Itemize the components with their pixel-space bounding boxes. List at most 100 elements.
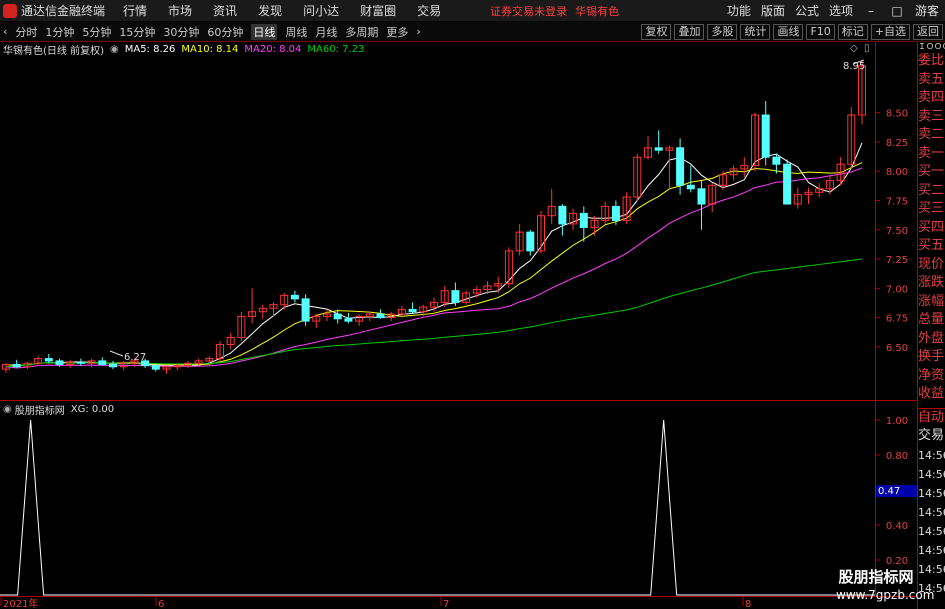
candle-body xyxy=(301,298,310,322)
quote-label: 买二 xyxy=(918,182,945,198)
candle-body xyxy=(76,361,85,364)
candle-body xyxy=(558,205,567,225)
sub-settings-icon[interactable]: ◉ xyxy=(3,404,12,415)
main-info-bar: 华锡有色(日线 前复权) ◉ MA5: 8.26 MA10: 8.14 MA20… xyxy=(0,42,370,57)
trade-time: 14:56 xyxy=(918,505,945,519)
indicator-title: 股朋指标网 xyxy=(14,405,65,417)
ma10-line xyxy=(5,162,863,367)
watermark-title: 股朋指标网 xyxy=(838,568,914,586)
candle-body xyxy=(686,184,695,190)
sub-tick-label: 0.80 xyxy=(886,451,908,462)
price-tick-label: 7.50 xyxy=(886,226,908,237)
candle-body xyxy=(579,212,588,228)
kline-chart[interactable]: 8.50 8.25 8.00 7.75 7.50 7.25 7.00 6.75 6.50 1.0… xyxy=(0,0,945,609)
quote-label: 卖一 xyxy=(918,145,945,161)
watermark: 股朋指标网 www.7gpzb.com xyxy=(836,567,935,603)
ma5-value: MA5: 8.26 xyxy=(124,43,176,55)
signal-polyline xyxy=(0,419,875,596)
date-label: 2021年 xyxy=(3,597,38,609)
candle-body xyxy=(783,163,792,205)
price-tick-label: 6.75 xyxy=(886,314,908,325)
quote-label: 卖三 xyxy=(918,108,945,124)
price-tick-label: 8.25 xyxy=(886,138,908,149)
signal-line xyxy=(0,419,875,596)
ma10-value: MA10: 8.14 xyxy=(181,43,239,55)
sub-tick-label: 1.00 xyxy=(886,416,908,427)
sub-tick-label: 0.40 xyxy=(886,521,908,532)
quote-labels: 委比 卖五 卖四 卖三 卖二 卖一 买一 买二 买三 买四 买五 现价 涨跌 涨幅 总量 外盘 换手 净资 收益 xyxy=(918,52,945,404)
candle-body xyxy=(12,363,21,368)
quote-label: 涨跌 xyxy=(918,275,945,290)
xg-value: XG: 0.00 xyxy=(70,403,115,415)
trade-time: 14:56 xyxy=(918,524,945,538)
date-label: 6 xyxy=(158,599,164,609)
candle-body xyxy=(98,360,107,365)
date-label: 8 xyxy=(745,599,751,609)
candle-body xyxy=(526,231,535,252)
date-axis: 2021年 6 7 8 xyxy=(0,597,751,609)
quote-label: 买一 xyxy=(918,164,945,179)
sub-tick-label: 0.20 xyxy=(886,556,908,567)
candle-body xyxy=(344,318,353,322)
quote-label: 卖二 xyxy=(918,127,945,142)
quote-label: 买三 xyxy=(918,201,945,216)
low-annotation: 6.27 xyxy=(124,352,146,363)
trade-time: 14:56 xyxy=(918,486,945,500)
price-tick-label: 8.00 xyxy=(886,167,908,178)
quote-label: 买五 xyxy=(918,238,945,253)
ma60-value: MA60: 7.23 xyxy=(307,43,365,55)
trade-times: 14:5614:5614:5614:5614:5614:5614:5614:56 xyxy=(918,446,945,598)
settings-circle-icon[interactable]: ◉ xyxy=(110,44,119,55)
candle-body xyxy=(772,156,781,165)
auto-trade-label[interactable]: 自动 xyxy=(918,409,945,428)
candle-body xyxy=(44,358,53,362)
low-arrow xyxy=(109,350,124,357)
quote-label: 现价 xyxy=(918,256,945,272)
diamond-icon[interactable]: ◇ xyxy=(850,43,858,54)
candle-body xyxy=(109,363,117,368)
quote-label: 换手 xyxy=(918,349,945,364)
trade-label[interactable]: 交易 xyxy=(918,427,945,446)
candle-body xyxy=(333,313,342,320)
candle-body xyxy=(611,205,620,221)
quote-label: 买四 xyxy=(918,219,945,235)
date-label: 7 xyxy=(443,599,449,609)
price-tick-label: 7.00 xyxy=(886,284,908,295)
price-tick-label: 8.50 xyxy=(886,109,908,120)
panel-header-mark: ＩＯＯＯ xyxy=(918,42,945,51)
watermark-url: www.7gpzb.com xyxy=(836,588,935,602)
candle-body xyxy=(761,114,770,158)
stock-period-title: 华锡有色(日线 前复权) xyxy=(3,45,104,57)
high-annotation: 8.95 xyxy=(843,61,865,72)
trade-time: 14:56 xyxy=(918,543,945,557)
quote-label: 涨幅 xyxy=(918,293,945,309)
candles xyxy=(2,60,866,374)
candle-body xyxy=(376,313,385,319)
candle-body xyxy=(654,147,663,151)
quote-label: 总量 xyxy=(918,312,945,327)
candle-body xyxy=(55,360,64,365)
candle-body xyxy=(290,294,299,300)
quote-panel: ＩＯＯＯ 委比卖五卖四卖三卖二卖一买一买二买三买四买五现价涨跌涨幅总量外盘换手净… xyxy=(918,42,945,609)
price-axis: 8.50 8.25 8.00 7.75 7.50 7.25 7.00 6.75 6.50 xyxy=(876,109,908,354)
sub-info-bar: ◉ 股朋指标网 XG: 0.00 xyxy=(0,402,115,417)
quote-label: 净资 xyxy=(918,367,945,383)
price-tick-label: 7.75 xyxy=(886,197,908,208)
candle-body xyxy=(408,308,417,313)
sub-current-value: 0.47 xyxy=(878,486,900,497)
trade-time: 14:56 xyxy=(918,467,945,481)
quote-label: 委比 xyxy=(918,53,945,68)
candle-body xyxy=(676,147,685,186)
quote-label: 收益 xyxy=(918,386,945,401)
quote-label: 卖四 xyxy=(918,90,945,105)
price-tick-label: 7.25 xyxy=(886,255,908,266)
quote-label: 卖五 xyxy=(918,71,945,87)
candle-body xyxy=(451,290,460,303)
ma20-value: MA20: 8.04 xyxy=(244,43,302,55)
price-tick-label: 6.50 xyxy=(886,343,908,354)
trade-time: 14:56 xyxy=(918,562,945,576)
panel-toggle-icon[interactable]: ▯ xyxy=(864,43,870,54)
candle-body xyxy=(151,365,160,370)
candle-body xyxy=(697,188,706,205)
trade-time: 14:56 xyxy=(918,448,945,462)
